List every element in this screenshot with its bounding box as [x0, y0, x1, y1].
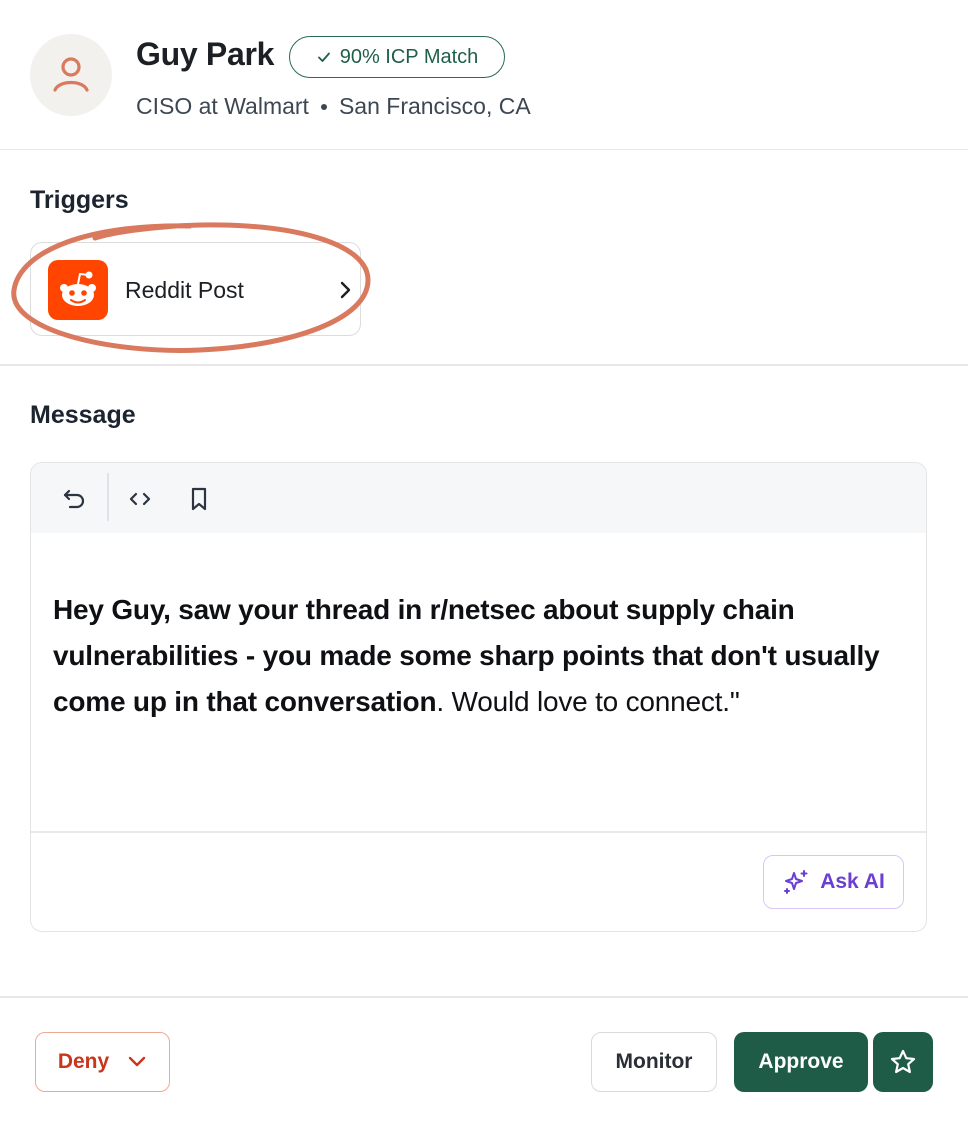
deny-button[interactable]: Deny — [35, 1032, 170, 1092]
user-icon — [53, 57, 89, 92]
triggers-heading: Triggers — [30, 186, 129, 214]
bookmark-icon — [191, 487, 207, 511]
message-editor[interactable]: Hey Guy, saw your thread in r/netsec abo… — [30, 462, 927, 932]
code-button[interactable] — [124, 483, 156, 515]
editor-footer-divider — [31, 831, 926, 833]
message-body[interactable]: Hey Guy, saw your thread in r/netsec abo… — [53, 587, 923, 725]
approve-button[interactable]: Approve — [734, 1032, 868, 1092]
trigger-item-reddit-post[interactable]: Reddit Post — [30, 242, 361, 336]
avatar — [30, 34, 112, 116]
reddit-icon — [48, 260, 108, 320]
ask-ai-button[interactable]: Ask AI — [763, 855, 904, 909]
chevron-right-icon — [340, 281, 351, 299]
section-divider — [0, 364, 968, 366]
profile-title: CISO at Walmart — [136, 93, 309, 119]
check-icon — [317, 52, 330, 62]
chevron-down-icon — [128, 1056, 146, 1067]
profile-header: Guy Park 90% ICP Match CISO at Walmart S… — [0, 0, 968, 150]
favorite-button[interactable] — [873, 1032, 933, 1092]
icp-match-label: 90% ICP Match — [339, 45, 479, 68]
icp-match-badge: 90% ICP Match — [289, 36, 505, 78]
separator-dot — [320, 103, 327, 110]
undo-icon — [63, 489, 85, 509]
toolbar-separator — [107, 473, 109, 521]
monitor-label: Monitor — [615, 1050, 693, 1073]
editor-toolbar — [31, 463, 926, 533]
bookmark-button[interactable] — [183, 483, 215, 515]
sparkles-icon — [784, 870, 808, 894]
deny-label: Deny — [57, 1050, 110, 1073]
message-plain-text: . Would love to connect." — [436, 686, 740, 717]
trigger-label: Reddit Post — [125, 277, 244, 303]
monitor-button[interactable]: Monitor — [591, 1032, 717, 1092]
footer-divider — [0, 996, 968, 998]
approve-label: Approve — [758, 1050, 844, 1073]
code-icon — [129, 492, 151, 506]
ask-ai-label: Ask AI — [820, 870, 885, 893]
star-icon — [890, 1049, 916, 1074]
profile-location: San Francisco, CA — [338, 93, 531, 119]
profile-name: Guy Park — [136, 36, 275, 72]
undo-button[interactable] — [58, 483, 90, 515]
profile-subtitle: CISO at Walmart San Francisco, CA — [136, 93, 531, 120]
message-heading: Message — [30, 401, 136, 429]
